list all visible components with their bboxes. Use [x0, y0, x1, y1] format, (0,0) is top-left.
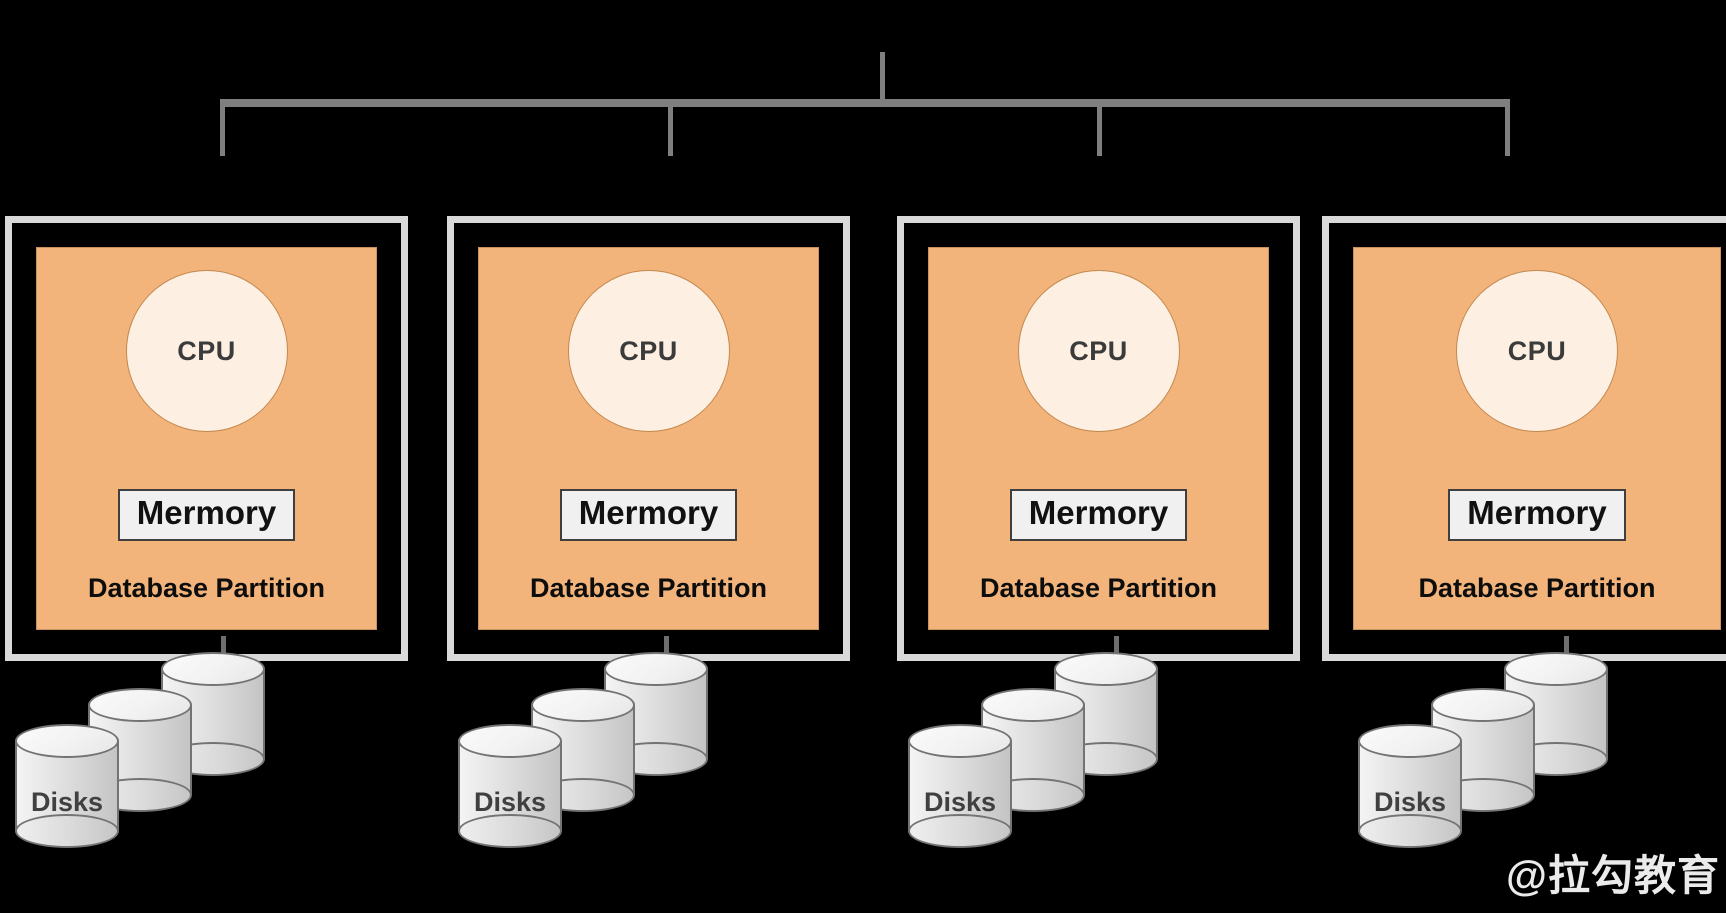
bus-stem	[880, 52, 885, 104]
database-node-1[interactable]: CPU Mermory Database Partition	[5, 216, 408, 661]
database-node-3[interactable]: CPU Mermory Database Partition	[897, 216, 1300, 661]
cylinder-top	[1431, 688, 1535, 722]
cylinder-top	[161, 652, 265, 686]
cylinder-bottom	[458, 814, 562, 848]
disk-cylinder-2a: Disks	[458, 724, 562, 848]
cpu-circle-4: CPU	[1456, 270, 1618, 432]
partition-label-2: Database Partition	[529, 572, 768, 603]
memory-box-2: Mermory	[559, 489, 738, 541]
database-node-4[interactable]: CPU Mermory Database Partition	[1322, 216, 1726, 661]
partition-box-4: CPU Mermory Database Partition	[1353, 247, 1721, 630]
bus-drop-4	[1505, 104, 1510, 156]
partition-label-4: Database Partition	[1418, 572, 1656, 603]
database-node-2[interactable]: CPU Mermory Database Partition	[447, 216, 850, 661]
cpu-circle-3: CPU	[1017, 270, 1180, 432]
partition-box-1: CPU Mermory Database Partition	[36, 247, 377, 630]
interconnect-bus	[220, 99, 1510, 107]
cylinder-top	[604, 652, 708, 686]
cylinder-top	[458, 724, 562, 758]
disk-cylinder-3a: Disks	[908, 724, 1012, 848]
cylinder-top	[908, 724, 1012, 758]
memory-box-3: Mermory	[1009, 489, 1188, 541]
bus-drop-2	[668, 104, 673, 156]
memory-box-1: Mermory	[117, 489, 296, 541]
partition-label-3: Database Partition	[979, 572, 1218, 603]
cylinder-top	[15, 724, 119, 758]
bus-drop-1	[220, 104, 225, 156]
disk-cylinder-1a: Disks	[15, 724, 119, 848]
cylinder-top	[88, 688, 192, 722]
cylinder-top	[531, 688, 635, 722]
cylinder-bottom	[1358, 814, 1462, 848]
cylinder-bottom	[15, 814, 119, 848]
partition-box-3: CPU Mermory Database Partition	[928, 247, 1269, 630]
cylinder-top	[981, 688, 1085, 722]
diagram-canvas: CPU Mermory Database Partition Disks CPU…	[0, 0, 1726, 913]
cylinder-top	[1054, 652, 1158, 686]
cylinder-top	[1358, 724, 1462, 758]
cylinder-bottom	[908, 814, 1012, 848]
partition-box-2: CPU Mermory Database Partition	[478, 247, 819, 630]
disk-stack-2: Disks	[453, 652, 753, 882]
disk-cylinder-4a: Disks	[1358, 724, 1462, 848]
cpu-circle-2: CPU	[567, 270, 730, 432]
disk-stack-1: Disks	[10, 652, 310, 882]
memory-box-4: Mermory	[1448, 489, 1626, 541]
partition-label-1: Database Partition	[87, 572, 326, 603]
bus-drop-3	[1097, 104, 1102, 156]
disk-stack-3: Disks	[903, 652, 1203, 882]
cpu-circle-1: CPU	[125, 270, 288, 432]
cylinder-top	[1504, 652, 1608, 686]
watermark: @拉勾教育	[1506, 852, 1720, 899]
